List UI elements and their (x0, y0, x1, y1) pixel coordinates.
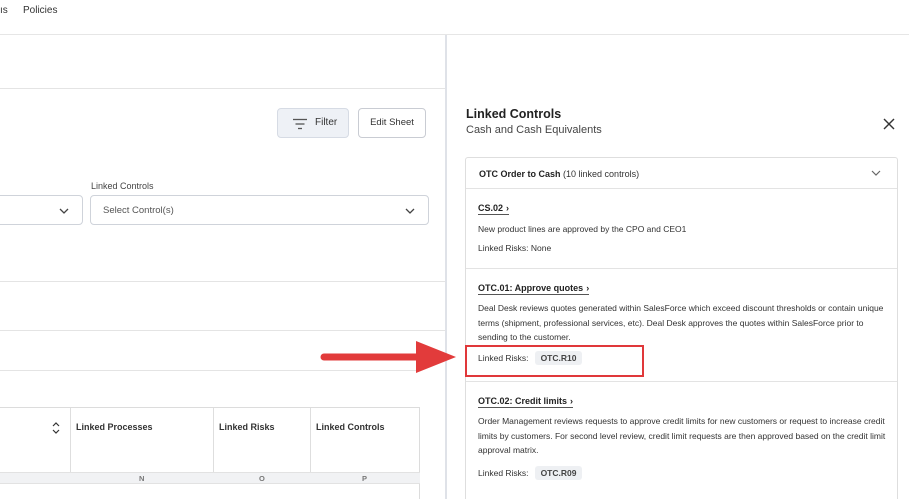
control-group-card: OTC Order to Cash (10 linked controls) C… (465, 157, 898, 499)
sheet-table: Linked Processes Linked Risks Linked Con… (0, 407, 420, 499)
chevron-right-icon: › (586, 283, 590, 293)
control-description: Order Management reviews requests to app… (478, 416, 886, 455)
nav-item-partial[interactable]: ıs (0, 5, 8, 16)
control-linked-risks: Linked Risks: None (478, 243, 552, 253)
edit-sheet-button[interactable]: Edit Sheet (358, 108, 426, 138)
nav-item-policies[interactable]: Policies (23, 5, 57, 16)
top-nav: ıs Policies (0, 0, 909, 35)
chevron-down-icon (405, 208, 415, 214)
control-group-header[interactable]: OTC Order to Cash (10 linked controls) (466, 158, 897, 189)
highlight-box (465, 345, 644, 377)
filter-select-partial[interactable] (0, 195, 83, 225)
column-header-linked-controls[interactable]: Linked Controls (310, 408, 420, 472)
control-item: CS.02 › New product lines are approved by… (466, 189, 897, 269)
filter-button[interactable]: Filter (277, 108, 349, 138)
column-letter-p: P (362, 474, 368, 483)
column-letter-o: O (259, 474, 265, 483)
filter-button-label: Filter (315, 117, 338, 128)
control-title: CS.02 (478, 203, 504, 213)
risk-chip[interactable]: OTC.R09 (534, 466, 583, 480)
column-letter-row: N O P (0, 472, 420, 484)
section-divider-2 (0, 330, 445, 331)
linked-controls-placeholder: Select Control(s) (103, 205, 174, 216)
control-item: OTC.02: Credit limits › Order Management … (466, 382, 897, 499)
chevron-down-icon (871, 170, 881, 176)
control-link[interactable]: OTC.02: Credit limits › (478, 396, 574, 408)
control-description: Deal Desk reviews quotes generated withi… (478, 303, 884, 342)
control-group-name: OTC Order to Cash (479, 169, 561, 179)
sort-caret-icon[interactable] (51, 421, 61, 435)
control-title: OTC.02: Credit limits (478, 396, 568, 406)
chevron-down-icon (59, 208, 69, 214)
panel-title: Linked Controls (466, 107, 562, 121)
column-header-linked-processes[interactable]: Linked Processes (70, 408, 213, 472)
chevron-right-icon: › (570, 396, 574, 406)
control-title: OTC.01: Approve quotes (478, 283, 584, 293)
linked-controls-panel: Linked Controls Cash and Cash Equivalent… (447, 88, 909, 499)
column-header-linked-risks[interactable]: Linked Risks (213, 408, 310, 472)
control-group-count: (10 linked controls) (563, 169, 640, 179)
section-divider-1 (0, 281, 445, 282)
control-linked-risks: Linked Risks: OTC.R09 (478, 466, 583, 480)
control-description: New product lines are approved by the CP… (478, 224, 687, 234)
close-icon[interactable] (883, 118, 895, 130)
chevron-right-icon: › (506, 203, 510, 213)
linked-controls-label: Linked Controls (91, 181, 154, 191)
red-arrow-annotation (320, 341, 456, 373)
control-link[interactable]: CS.02 › (478, 203, 510, 215)
linked-risks-label: Linked Risks: (478, 468, 529, 478)
control-link[interactable]: OTC.01: Approve quotes › (478, 283, 590, 295)
linked-controls-select[interactable]: Select Control(s) (90, 195, 429, 225)
panel-subtitle: Cash and Cash Equivalents (466, 124, 602, 136)
column-letter-n: N (139, 474, 145, 483)
filter-lines-icon (293, 118, 307, 130)
